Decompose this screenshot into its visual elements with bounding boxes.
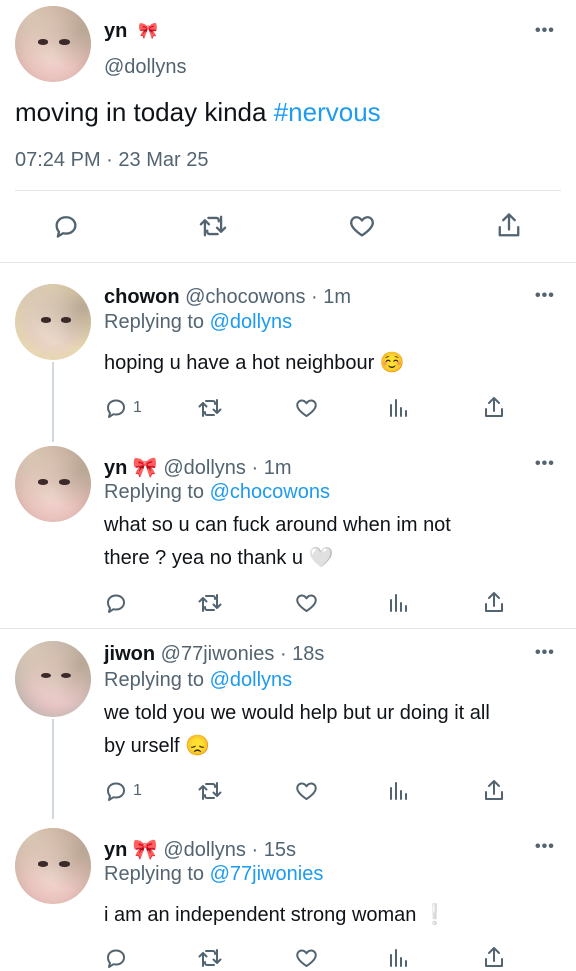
share-icon[interactable] [482, 590, 506, 616]
thread-line [52, 719, 54, 819]
retweet-icon[interactable] [197, 946, 223, 970]
share-icon[interactable] [482, 778, 506, 804]
separator: · [106, 149, 113, 171]
display-name[interactable]: chowon [104, 286, 180, 308]
views-icon[interactable] [388, 779, 410, 803]
tweet-text: moving in today kinda #nervous [15, 97, 381, 128]
more-options-icon[interactable]: ••• [535, 838, 555, 856]
reply-text-line-body: there ? yea no thank u [104, 547, 304, 569]
handle[interactable]: @77jiwonies [161, 643, 275, 665]
reply-text-line: i am an independent strong woman [104, 904, 417, 926]
replying-to-label: Replying to [104, 863, 205, 885]
reply-text-line: what so u can fuck around when im not [104, 514, 451, 536]
timestamp: 07:24 PM · 23 Mar 25 [15, 149, 208, 172]
reply-icon[interactable] [104, 779, 128, 803]
more-options-icon[interactable]: ••• [535, 287, 555, 305]
disappointed-emoji: 😞 [185, 735, 211, 758]
replying-to: Replying to @dollyns [104, 669, 292, 692]
reply-time: · 15s [251, 839, 296, 861]
avatar[interactable] [15, 641, 91, 717]
handle[interactable]: @dollyns [163, 457, 246, 479]
tweet-text-body: moving in today kinda [15, 97, 274, 127]
reply-text: we told you we would help but ur doing i… [104, 697, 490, 763]
divider [0, 262, 576, 263]
exclamation-emoji: ❕ [421, 904, 447, 927]
replying-to-label: Replying to [104, 669, 205, 691]
replying-to-label: Replying to [104, 481, 205, 503]
avatar[interactable] [15, 6, 91, 82]
views-icon[interactable] [388, 396, 410, 420]
more-options-icon[interactable]: ••• [535, 22, 555, 40]
replying-to: Replying to @dollyns [104, 311, 292, 334]
views-icon[interactable] [388, 946, 410, 970]
display-name[interactable]: yn [104, 457, 127, 479]
reply-icon[interactable] [104, 946, 128, 970]
display-name[interactable]: yn [104, 20, 127, 43]
reply-icon[interactable] [104, 396, 128, 420]
bow-emoji: 🎀 [138, 23, 158, 40]
reply-header: chowon @chocowons · 1m [104, 286, 351, 309]
reply-icon[interactable] [104, 591, 128, 615]
divider [0, 628, 576, 629]
more-options-icon[interactable]: ••• [535, 455, 555, 473]
avatar[interactable] [15, 284, 91, 360]
replying-to: Replying to @77jiwonies [104, 863, 323, 886]
heart-icon[interactable] [294, 779, 319, 803]
bow-emoji: 🎀 [132, 839, 158, 861]
views-icon[interactable] [388, 591, 410, 615]
share-icon[interactable] [482, 945, 506, 971]
reply-header: jiwon @77jiwonies · 18s [104, 643, 324, 666]
retweet-icon[interactable] [197, 591, 223, 615]
hashtag-link[interactable]: #nervous [274, 97, 381, 127]
reply-count: 1 [133, 399, 142, 416]
retweet-icon[interactable] [198, 212, 228, 240]
handle[interactable]: @dollyns [104, 56, 187, 79]
reply-text-line: by urself 😞 [104, 730, 490, 763]
date: 23 Mar 25 [118, 149, 209, 171]
display-name[interactable]: jiwon [104, 643, 155, 665]
time: 07:24 PM [15, 149, 101, 171]
retweet-icon[interactable] [197, 779, 223, 803]
reply-text: i am an independent strong woman ❕ [104, 899, 447, 932]
heart-icon[interactable] [294, 396, 319, 420]
handle[interactable]: @chocowons [185, 286, 305, 308]
reply-text: what so u can fuck around when im not th… [104, 509, 451, 575]
reply-time: · 18s [279, 643, 325, 665]
replying-to: Replying to @chocowons [104, 481, 330, 504]
white-heart-emoji: 🤍 [308, 547, 334, 570]
bow-emoji: 🎀 [132, 457, 158, 479]
reply-icon[interactable] [52, 212, 80, 240]
heart-icon[interactable] [294, 946, 319, 970]
avatar[interactable] [15, 828, 91, 904]
replying-to-link[interactable]: @dollyns [210, 669, 293, 691]
reply-time: · 1m [311, 286, 352, 308]
reply-text-line: hoping u have a hot neighbour [104, 352, 375, 374]
reply-text: hoping u have a hot neighbour ☺️ [104, 347, 405, 380]
heart-icon[interactable] [347, 212, 377, 240]
avatar[interactable] [15, 446, 91, 522]
display-name[interactable]: yn [104, 839, 127, 861]
replying-to-link[interactable]: @dollyns [210, 311, 293, 333]
divider [15, 190, 561, 191]
reply-time: · 1m [251, 457, 292, 479]
reply-header: yn 🎀 @dollyns · 1m [104, 455, 292, 480]
heart-icon[interactable] [294, 591, 319, 615]
replying-to-link[interactable]: @chocowons [210, 481, 330, 503]
reply-count: 1 [133, 782, 142, 799]
share-icon[interactable] [482, 395, 506, 421]
replying-to-label: Replying to [104, 311, 205, 333]
more-options-icon[interactable]: ••• [535, 644, 555, 662]
reply-text-line: we told you we would help but ur doing i… [104, 702, 490, 724]
reply-text-line: there ? yea no thank u 🤍 [104, 542, 451, 575]
retweet-icon[interactable] [197, 396, 223, 420]
replying-to-link[interactable]: @77jiwonies [210, 863, 324, 885]
thread-line [52, 362, 54, 442]
handle[interactable]: @dollyns [163, 839, 246, 861]
smiling-emoji: ☺️ [379, 352, 405, 375]
reply-text-line-body: by urself [104, 735, 180, 757]
share-icon[interactable] [495, 211, 523, 241]
reply-header: yn 🎀 @dollyns · 15s [104, 837, 296, 862]
